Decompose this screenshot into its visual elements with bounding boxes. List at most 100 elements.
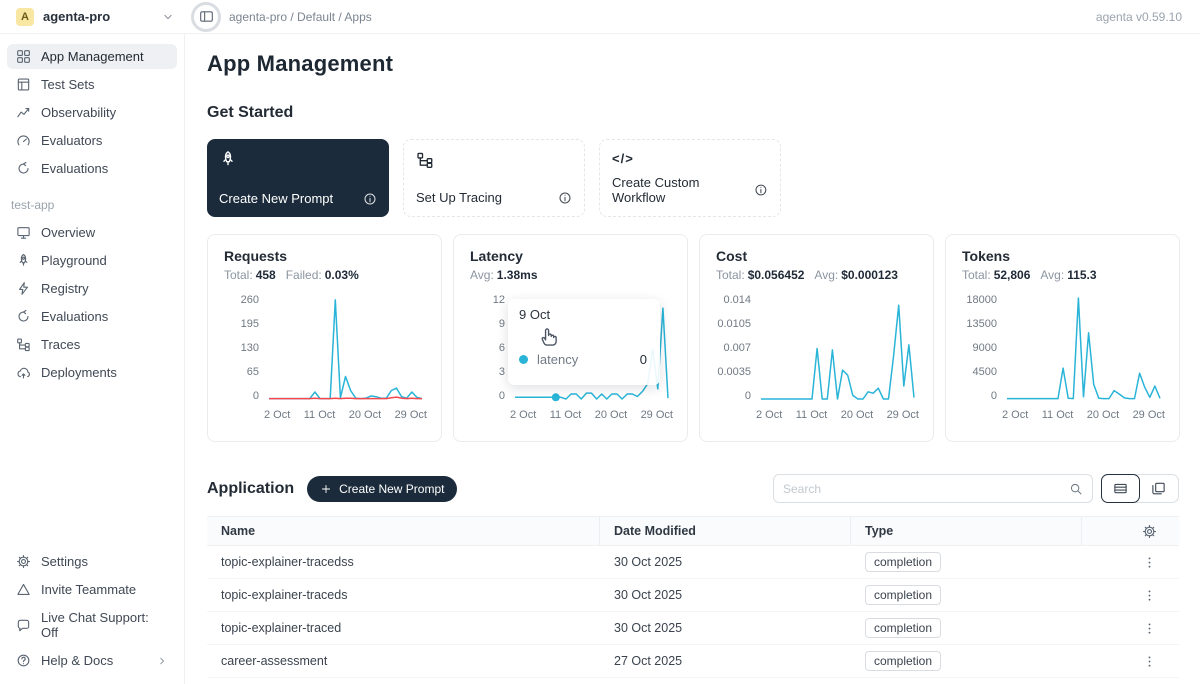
table-row[interactable]: topic-explainer-traced30 Oct 2025complet… [207,612,1179,645]
cell-actions [1082,588,1179,603]
topbar: A agenta-pro agenta-pro / Default / Apps… [0,0,1200,34]
chart-stat: Failed:0.03% [286,268,359,282]
tree-icon [416,151,434,169]
sidebar-item-settings[interactable]: Settings [7,549,177,574]
get-started-card-create-new-prompt[interactable]: Create New Prompt [207,139,389,217]
y-tick: 0 [991,390,997,402]
sidebar-item-observability[interactable]: Observability [7,100,177,125]
y-tick: 0 [499,390,505,402]
x-axis-labels: 2 Oct11 Oct20 Oct29 Oct [1002,409,1165,421]
chart-plot[interactable] [760,294,915,402]
sidebar-item-test-sets[interactable]: Test Sets [7,72,177,97]
x-tick: 2 Oct [1002,409,1028,421]
chart-card-cost: Cost Total:$0.056452Avg:$0.000123 0.014 0.0… [699,234,934,442]
tooltip-series-row: latency0 [519,352,649,367]
card-label-row: Create Custom Workflow [612,175,768,205]
table-row[interactable]: topic-explainer-traceds30 Oct 2025comple… [207,579,1179,612]
column-header-type[interactable]: Type [851,517,1082,545]
x-axis-labels: 2 Oct11 Oct20 Oct29 Oct [510,409,673,421]
cell-name: topic-explainer-traceds [207,588,600,602]
type-badge: completion [865,618,941,638]
more-actions-icon[interactable] [1142,588,1157,603]
chart-plot[interactable] [1006,294,1161,402]
refresh-circle-icon [16,161,31,176]
gear-icon[interactable] [1142,524,1157,539]
y-tick: 65 [247,366,259,378]
chart-stat: Total:458 [224,268,276,282]
sidebar-item-label: Live Chat Support: Off [41,610,168,640]
sidebar-item-playground[interactable]: Playground [7,248,177,273]
card-view-button[interactable] [1139,475,1178,502]
x-tick: 29 Oct [641,409,673,421]
y-tick: 0.014 [723,294,751,306]
card-view-icon [1151,481,1166,496]
sidebar-item-label: Evaluators [41,133,102,148]
cell-type: completion [851,585,1082,605]
sidebar-item-help-docs[interactable]: Help & Docs [7,648,177,673]
sidebar-item-evaluations[interactable]: Evaluations [7,304,177,329]
breadcrumb[interactable]: agenta-pro / Default / Apps [229,10,372,24]
chat-bubble-icon [16,618,31,633]
table-row[interactable]: career-assessment27 Oct 2025completion [207,645,1179,678]
chart-body: 1800013500900045000 [962,294,1163,402]
help-circle-icon [16,653,31,668]
sidebar-item-label: Evaluations [41,161,108,176]
y-axis-labels: 1800013500900045000 [962,294,1006,402]
rocket-icon [16,253,31,268]
sidebar-item-evaluators[interactable]: Evaluators [7,128,177,153]
test-sets-icon [16,77,31,92]
sidebar-item-live-chat-support-off[interactable]: Live Chat Support: Off [7,605,177,645]
chart-title: Cost [716,248,917,264]
x-tick: 2 Oct [510,409,536,421]
y-tick: 0.0035 [717,366,751,378]
sidebar-group-label: test-app [11,198,173,212]
get-started-card-set-up-tracing[interactable]: Set Up Tracing [403,139,585,217]
card-label-row: Set Up Tracing [416,190,572,205]
column-header-name[interactable]: Name [207,517,600,545]
more-actions-icon[interactable] [1142,555,1157,570]
view-toggle [1101,474,1179,503]
sidebar-item-evaluations[interactable]: Evaluations [7,156,177,181]
x-tick: 11 Oct [304,409,336,421]
app-version: agenta v0.59.10 [1096,10,1200,24]
y-tick: 4500 [973,366,997,378]
org-name: agenta-pro [43,9,110,24]
x-tick: 2 Oct [264,409,290,421]
org-selector[interactable]: A agenta-pro [0,8,185,26]
table-view-button[interactable] [1101,474,1140,503]
y-tick: 0.0105 [717,318,751,330]
chart-title: Requests [224,248,425,264]
column-settings-header [1082,517,1179,545]
chart-stat: Avg:$0.000123 [814,268,898,282]
column-header-date-modified[interactable]: Date Modified [600,517,851,545]
sidebar-item-label: Observability [41,105,116,120]
y-axis-labels: 0.0140.01050.0070.00350 [716,294,760,402]
sidebar-item-registry[interactable]: Registry [7,276,177,301]
get-started-card-create-custom-workflow[interactable]: </>Create Custom Workflow [599,139,781,217]
sidebar-item-invite-teammate[interactable]: Invite Teammate [7,577,177,602]
sidebar-item-overview[interactable]: Overview [7,220,177,245]
sidebar-item-traces[interactable]: Traces [7,332,177,357]
invite-triangle-icon [16,582,31,597]
x-tick: 20 Oct [349,409,381,421]
search-box[interactable] [773,474,1093,503]
table-row[interactable]: topic-explainer-tracedss30 Oct 2025compl… [207,546,1179,579]
more-actions-icon[interactable] [1142,621,1157,636]
chart-plot[interactable] [268,294,423,402]
cell-date-modified: 30 Oct 2025 [600,555,851,569]
more-actions-icon[interactable] [1142,654,1157,669]
sidebar-collapse-button[interactable] [191,2,221,32]
y-tick: 6 [499,342,505,354]
card-label: Set Up Tracing [416,190,502,205]
sidebar-item-app-management[interactable]: App Management [7,44,177,69]
create-new-prompt-button[interactable]: Create New Prompt [307,476,457,502]
get-started-title: Get Started [207,104,1179,122]
lightning-icon [16,281,31,296]
search-input[interactable] [783,482,1069,496]
page-title: App Management [207,51,1179,77]
sidebar-item-deployments[interactable]: Deployments [7,360,177,385]
application-title: Application [207,480,294,498]
cell-name: topic-explainer-tracedss [207,555,600,569]
cell-actions [1082,555,1179,570]
chart-stats: Total:$0.056452Avg:$0.000123 [716,268,917,282]
